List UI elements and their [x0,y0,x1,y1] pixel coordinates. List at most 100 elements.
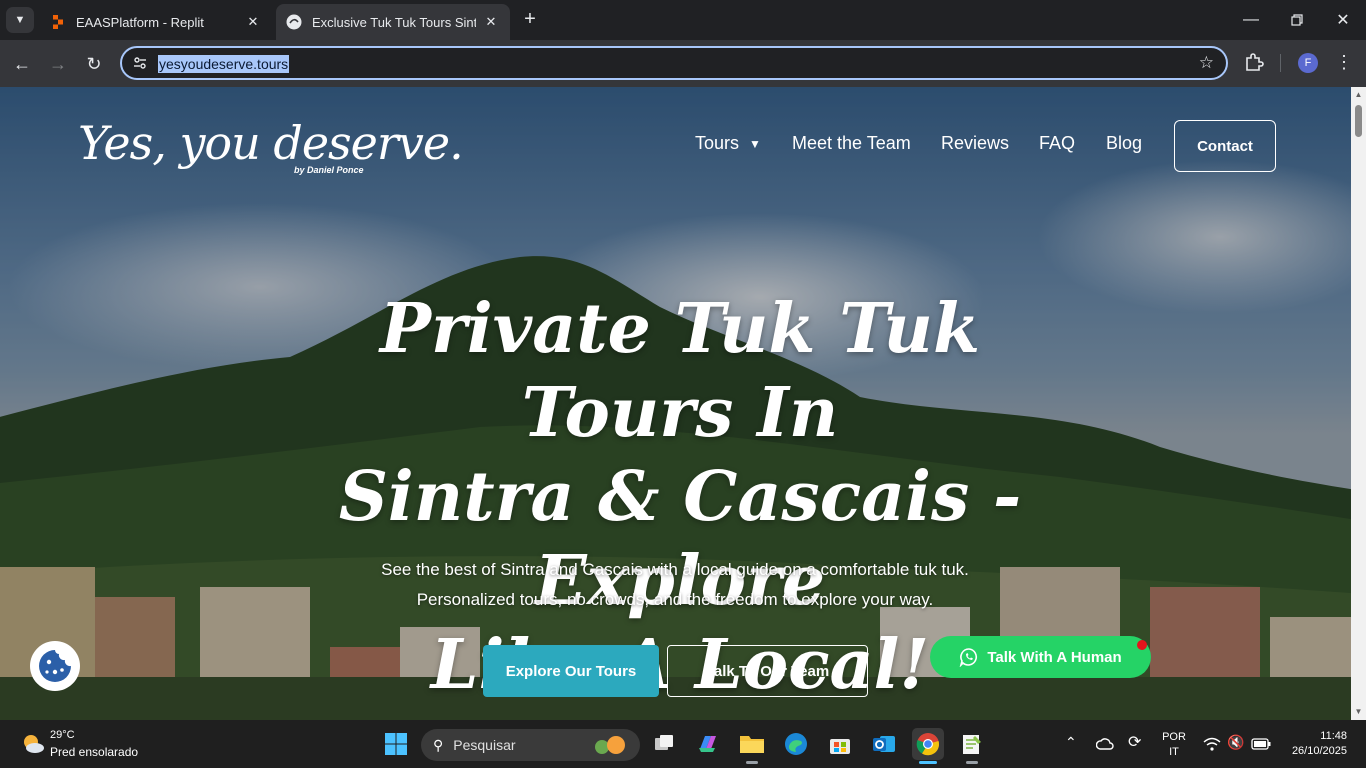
logo-text: Yes, you deserve. [78,116,464,170]
contact-button[interactable]: Contact [1174,120,1276,172]
taskbar-search-placeholder: Pesquisar [453,737,516,753]
toolbar-divider [1280,54,1281,72]
nav-tours[interactable]: Tours ▼ [695,133,761,154]
m365-copilot-button[interactable] [692,728,724,760]
restore-icon [1291,14,1303,26]
close-window-button[interactable]: ✕ [1320,0,1366,40]
replit-icon [53,15,63,29]
site-favicon [286,14,302,30]
active-indicator [919,761,937,764]
nav-reviews[interactable]: Reviews [941,133,1009,154]
restore-button[interactable] [1274,0,1320,40]
close-icon[interactable]: ✕ [244,14,262,30]
clock-time: 11:48 [1320,730,1347,742]
chrome-icon [916,733,940,756]
input-language-indicator[interactable]: POR IT [1161,730,1187,760]
forward-button[interactable]: → [44,50,72,78]
running-indicator [966,761,978,764]
sync-icon[interactable]: ⟳ [1128,732,1141,752]
minimize-icon: — [1243,11,1259,28]
notepad-plus-button[interactable] [956,728,988,764]
volume-muted-icon[interactable]: 🔇 [1227,734,1244,751]
kebab-icon[interactable]: ⋮ [1334,50,1354,74]
address-bar[interactable]: yesyoudeserve.tours ☆ [120,46,1228,80]
puzzle-icon[interactable] [1242,50,1266,74]
page-scrollbar[interactable]: ▲ ▼ [1351,87,1366,720]
edge-button[interactable] [780,728,812,760]
hero-subtitle-line: Personalized tours, no crowds, and the f… [416,590,934,609]
url-text[interactable]: yesyoudeserve.tours [158,55,290,73]
browser-tab-strip: ▼ EAASPlatform - Replit ✕ Exclusive Tuk … [0,0,1366,40]
forward-arrow-icon: → [49,53,67,74]
microsoft-store-icon [830,739,850,754]
back-arrow-icon: ← [13,53,31,74]
minimize-button[interactable]: — [1228,0,1274,40]
battery-icon[interactable] [1251,738,1271,750]
reload-icon: ↻ [86,53,102,74]
site-logo[interactable]: Yes, you deserve. by Daniel Ponce [78,113,464,183]
cookie-settings-button[interactable] [30,641,80,691]
tab-search-button[interactable]: ▼ [6,7,34,33]
system-clock[interactable]: 11:48 26/10/2025 [1283,729,1347,759]
chevron-down-icon: ▼ [749,136,761,151]
hero-subtitle-line: See the best of Sintra and Cascais with … [381,560,969,579]
tune-icon[interactable] [132,55,148,71]
page-viewport: Yes, you deserve. by Daniel Ponce Tours … [0,87,1351,720]
notification-dot [1137,640,1147,650]
hero-title-line: Private Tuk Tuk Tours In [379,289,981,453]
search-icon: ⚲ [433,736,444,753]
nav-blog[interactable]: Blog [1106,133,1142,154]
nav-tours-label: Tours [695,133,740,153]
windows-start-icon [385,733,407,755]
wifi-icon[interactable] [1203,736,1221,752]
scroll-down-arrow-icon[interactable]: ▼ [1354,707,1363,716]
weather-description[interactable]: Pred ensolarado [50,745,138,759]
m365-copilot-icon [699,736,716,752]
talk-to-team-button[interactable]: Talk To Our Team [667,645,868,697]
tab-title: Exclusive Tuk Tuk Tours Sintra & [312,14,476,30]
chevron-up-icon[interactable]: ⌃ [1065,734,1077,751]
back-button[interactable]: ← [8,50,36,78]
partly-sunny-icon[interactable] [20,731,46,757]
input-language: POR [1162,731,1186,743]
star-icon[interactable]: ☆ [1199,53,1214,73]
explore-tours-button[interactable]: Explore Our Tours [483,645,659,697]
notepad-plus-icon [963,735,981,754]
windows-start-button[interactable] [380,728,412,760]
reload-button[interactable]: ↻ [80,50,108,78]
profile-avatar[interactable]: F [1298,53,1318,73]
whatsapp-button-label: Talk With A Human [987,648,1122,666]
task-view-icon [655,735,673,750]
scroll-up-arrow-icon[interactable]: ▲ [1354,90,1363,99]
new-tab-button[interactable]: + [518,8,542,32]
nav-faq[interactable]: FAQ [1039,133,1075,154]
search-highlight-icon [595,736,625,754]
tab-replit[interactable]: EAASPlatform - Replit ✕ [40,4,272,40]
running-indicator [746,761,758,764]
whatsapp-icon [960,648,978,667]
chevron-down-icon: ▼ [14,14,26,26]
file-explorer-icon [740,736,764,753]
microsoft-store-button[interactable] [824,728,856,760]
taskbar-search[interactable]: ⚲ Pesquisar [421,729,640,761]
tab-yesyoudeserve[interactable]: Exclusive Tuk Tuk Tours Sintra & ✕ [276,4,510,40]
cloud-sync-icon[interactable] [1096,736,1114,752]
input-layout: IT [1169,746,1179,758]
close-icon: ✕ [1336,12,1350,29]
task-view-button[interactable] [648,728,680,760]
tab-title: EAASPlatform - Replit [76,14,204,30]
file-explorer-button[interactable] [736,728,768,764]
edge-icon [785,733,807,755]
hero-subtitle: See the best of Sintra and Cascais with … [300,555,1050,615]
windows-taskbar: 29°C Pred ensolarado ⚲ Pesquisar ⌃ ⟳ POR… [0,720,1366,768]
scrollbar-thumb[interactable] [1355,105,1362,137]
weather-temperature[interactable]: 29°C [50,729,75,741]
nav-meet-the-team[interactable]: Meet the Team [792,133,911,154]
close-icon[interactable]: ✕ [482,14,500,30]
outlook-icon [873,736,895,752]
logo-byline: by Daniel Ponce [294,165,364,175]
cookie-icon [39,650,71,682]
chrome-button[interactable] [912,728,944,764]
whatsapp-button[interactable]: Talk With A Human [930,636,1151,678]
outlook-button[interactable] [868,728,900,760]
